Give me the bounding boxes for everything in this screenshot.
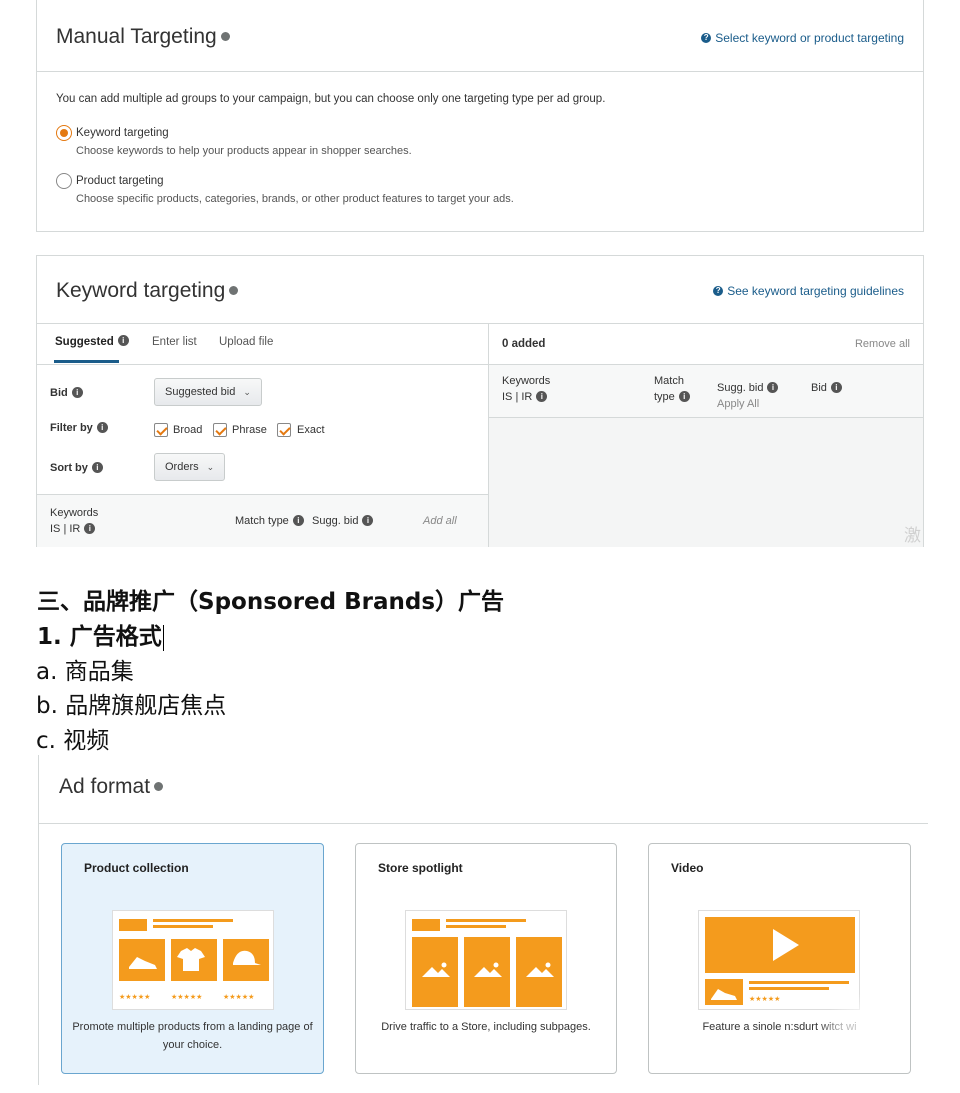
manual-targeting-title: Manual Targeting [56, 25, 230, 49]
keyword-guidelines-link[interactable]: ? See keyword targeting guidelines [713, 284, 904, 298]
bid-dropdown[interactable]: Suggested bid ⌄ [154, 378, 262, 406]
sort-dropdown[interactable]: Orders ⌄ [154, 453, 226, 481]
added-col-match: Match [654, 375, 684, 387]
manual-targeting-panel: Manual Targeting ? Select keyword or prod… [36, 0, 924, 232]
info-icon[interactable]: i [678, 390, 690, 402]
broad-label[interactable]: Broad [173, 424, 202, 436]
info-icon[interactable]: i [91, 461, 103, 473]
watermark-text: 激 [904, 526, 921, 546]
manual-targeting-intro: You can add multiple ad groups to your c… [56, 93, 606, 105]
added-col-sugg-bid: Sugg. bid i [717, 381, 779, 394]
divider [37, 364, 489, 365]
info-icon[interactable]: i [830, 381, 842, 393]
ad-format-card-product-collection[interactable]: Product collection ★★★★★ ★★★★★ ★★★★★ Pro… [61, 843, 324, 1074]
divider [39, 823, 928, 824]
added-col-type: type i [654, 390, 690, 403]
info-icon[interactable]: i [96, 421, 108, 433]
info-icon[interactable]: i [767, 381, 779, 393]
info-icon[interactable]: i [84, 522, 96, 534]
sort-by-label: Sort by i [50, 461, 103, 474]
col-match-type: Match type i [235, 514, 304, 527]
select-targeting-help-link[interactable]: ? Select keyword or product targeting [701, 31, 904, 45]
exact-checkbox[interactable] [277, 423, 291, 437]
tab-enter-list[interactable]: Enter list [152, 336, 197, 348]
smudge-overlay [819, 994, 910, 1073]
suggested-table-header: Keywords IS | IR i Match type i Sugg. bid i… [37, 495, 489, 547]
phrase-label[interactable]: Phrase [232, 424, 267, 436]
col-keywords: Keywords [50, 507, 99, 519]
remove-all-link[interactable]: Remove all [855, 338, 910, 350]
exact-label[interactable]: Exact [297, 424, 325, 436]
card-title: Store spotlight [378, 861, 463, 875]
ad-format-card-store-spotlight[interactable]: Store spotlight Drive traffic to a Store… [355, 843, 617, 1074]
product-targeting-desc: Choose specific products, categories, br… [76, 193, 514, 205]
info-icon[interactable]: i [292, 514, 304, 526]
card-title: Product collection [84, 861, 189, 875]
card-description: Promote multiple products from a landing… [72, 1021, 313, 1051]
added-col-bid: Bid i [811, 381, 842, 394]
info-icon[interactable]: i [362, 514, 374, 526]
add-all-link[interactable]: Add all [423, 515, 457, 527]
info-icon[interactable] [154, 781, 164, 791]
keyword-targeting-panel: Keyword targeting ? See keyword targeting… [36, 255, 924, 547]
list-item-b: b. 品牌旗舰店焦点 [36, 693, 227, 719]
tab-upload-file[interactable]: Upload file [219, 336, 273, 348]
help-icon: ? [713, 285, 724, 296]
added-list-area [489, 418, 923, 547]
col-is-ir: IS | IR i [50, 522, 96, 535]
divider [37, 71, 923, 72]
rating-stars: ★★★★★ [119, 994, 151, 1001]
list-item-c: c. 视频 [36, 728, 110, 754]
product-collection-illustration: ★★★★★ ★★★★★ ★★★★★ [112, 910, 274, 1010]
added-col-keywords: Keywords [502, 375, 551, 387]
ad-format-title: Ad format [59, 775, 164, 799]
keyword-targeting-title: Keyword targeting [56, 279, 239, 303]
bid-label: Bid i [50, 386, 83, 399]
rating-stars: ★★★★★ [171, 994, 203, 1001]
info-icon[interactable] [220, 31, 230, 41]
keyword-targeting-radio[interactable] [56, 125, 72, 141]
card-description: Drive traffic to a Store, including subp… [381, 1021, 591, 1033]
added-col-is-ir: IS | IR i [502, 390, 548, 403]
keyword-targeting-label[interactable]: Keyword targeting [76, 127, 169, 139]
section-heading: 三、品牌推广（Sponsored Brands）广告 [37, 589, 505, 615]
divider [37, 323, 923, 324]
help-icon: ? [701, 32, 712, 43]
card-title: Video [671, 861, 704, 875]
added-count: 0 added [502, 338, 546, 350]
rating-stars: ★★★★★ [223, 994, 255, 1001]
filter-by-label: Filter by i [50, 421, 108, 434]
chevron-down-icon: ⌄ [243, 387, 251, 397]
apply-all-link[interactable]: Apply All [717, 398, 759, 410]
store-spotlight-illustration [405, 910, 567, 1010]
chevron-down-icon: ⌄ [206, 462, 215, 472]
subheading: 1. 广告格式 [37, 617, 165, 651]
added-table-header: Keywords IS | IR i Match type i Sugg. bid i… [489, 365, 923, 417]
info-icon[interactable]: i [71, 386, 83, 398]
col-sugg-bid: Sugg. bid i [312, 514, 374, 527]
product-targeting-radio[interactable] [56, 173, 72, 189]
active-tab-indicator [54, 360, 119, 363]
keyword-targeting-desc: Choose keywords to help your products ap… [76, 145, 412, 157]
tab-suggested[interactable]: Suggested i [55, 335, 129, 348]
broad-checkbox[interactable] [154, 423, 168, 437]
text-cursor [162, 624, 165, 651]
product-targeting-label[interactable]: Product targeting [76, 175, 164, 187]
info-icon[interactable]: i [536, 390, 548, 402]
list-item-a: a. 商品集 [36, 659, 134, 685]
ad-format-card-video[interactable]: Video ★★★★★ Feature a sinole n:sdurt wit… [648, 843, 911, 1074]
info-icon[interactable] [229, 285, 239, 295]
phrase-checkbox[interactable] [213, 423, 227, 437]
rating-stars: ★★★★★ [749, 996, 781, 1003]
info-icon[interactable]: i [117, 335, 129, 347]
